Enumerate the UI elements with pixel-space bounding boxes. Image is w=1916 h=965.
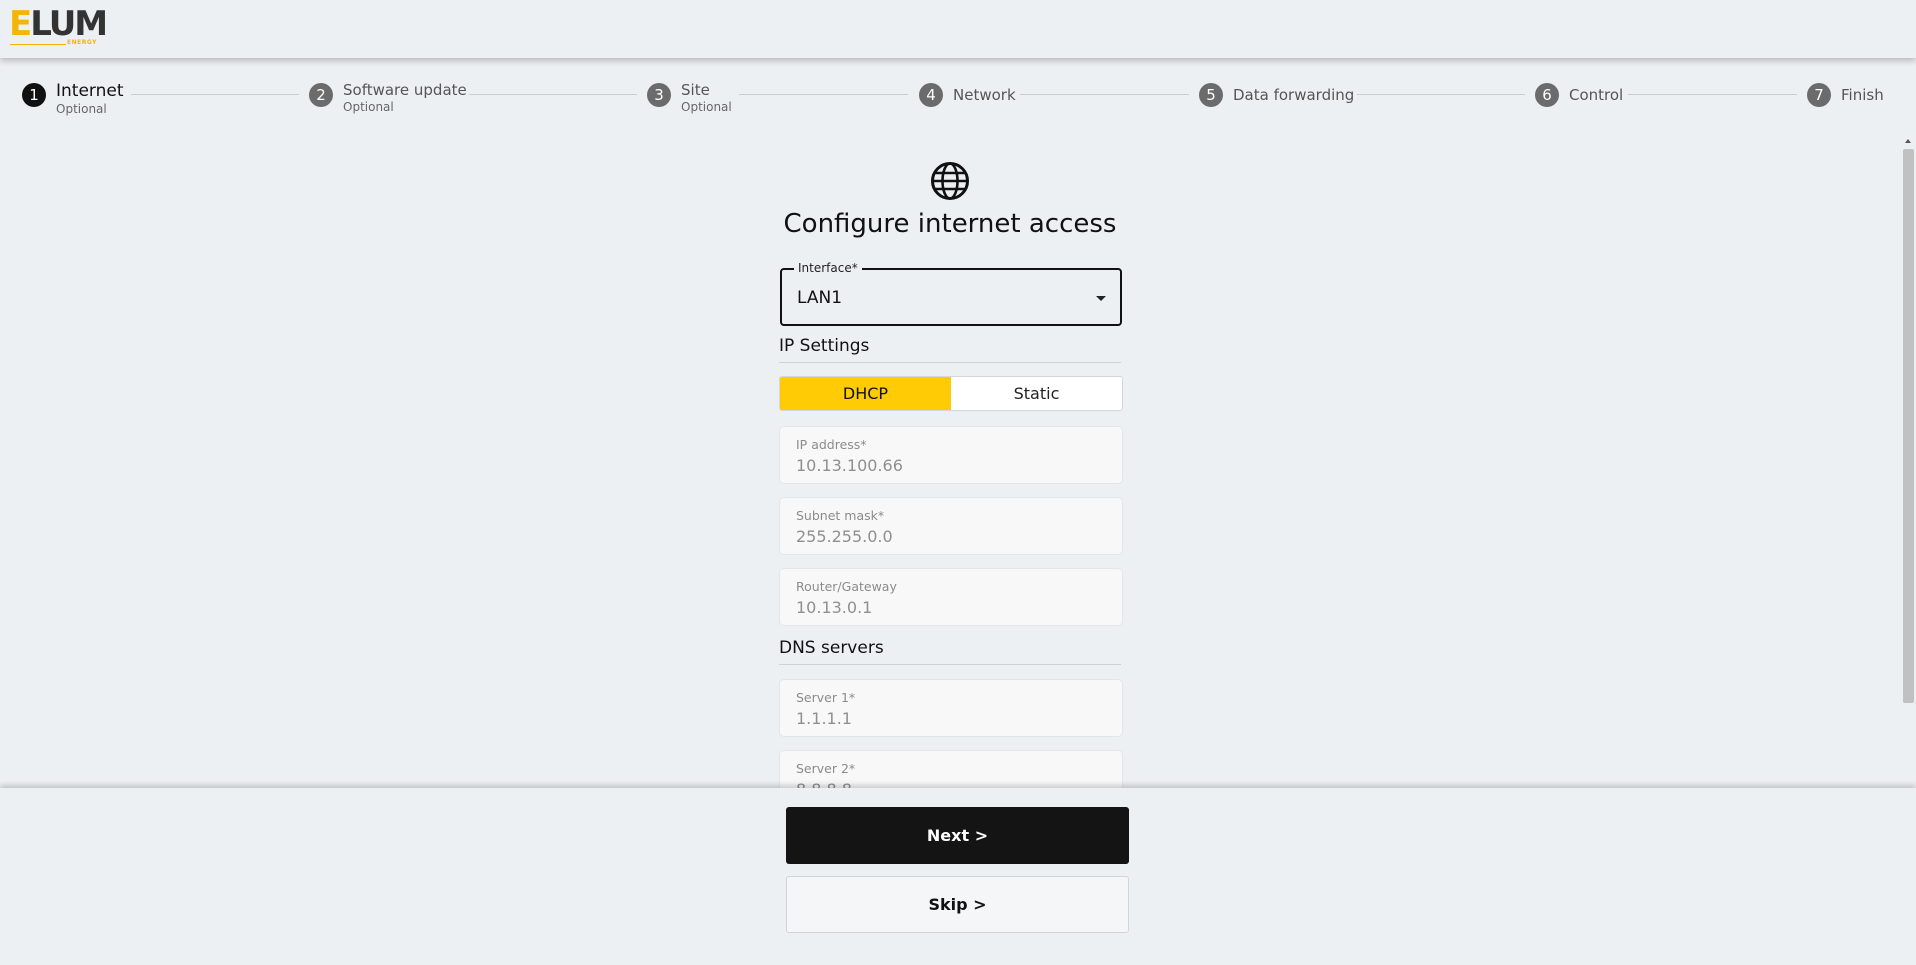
top-bar: ELUM ENERGY xyxy=(0,0,1916,58)
step-finish[interactable]: 7 Finish xyxy=(1807,81,1884,117)
step-connector xyxy=(469,94,637,95)
step-control[interactable]: 6 Control xyxy=(1535,81,1623,117)
ip-settings-heading: IP Settings xyxy=(779,336,870,356)
gateway-field[interactable]: Router/Gateway 10.13.0.1 xyxy=(780,569,1122,625)
caret-down-icon xyxy=(1096,296,1106,301)
field-value: 10.13.100.66 xyxy=(796,456,903,475)
step-label: Network xyxy=(953,86,1016,104)
next-button[interactable]: Next > xyxy=(786,807,1129,864)
field-label: Server 1* xyxy=(796,690,856,705)
step-data-forwarding[interactable]: 5 Data forwarding xyxy=(1199,81,1354,117)
step-number: 4 xyxy=(919,83,943,107)
static-option[interactable]: Static xyxy=(951,377,1122,410)
step-software-update[interactable]: 2 Software update Optional xyxy=(309,81,467,117)
step-label: Software update xyxy=(343,81,467,99)
step-number: 5 xyxy=(1199,83,1223,107)
step-number: 7 xyxy=(1807,83,1831,107)
step-connector xyxy=(739,94,908,95)
step-internet[interactable]: 1 Internet Optional xyxy=(22,81,124,117)
dhcp-option[interactable]: DHCP xyxy=(780,377,951,410)
step-label: Internet xyxy=(56,81,124,101)
step-connector xyxy=(131,94,299,95)
scrollbar-thumb[interactable] xyxy=(1903,149,1914,703)
field-value: 10.13.0.1 xyxy=(796,598,873,617)
step-connector xyxy=(1628,94,1797,95)
ip-address-field[interactable]: IP address* 10.13.100.66 xyxy=(780,427,1122,483)
divider xyxy=(779,664,1121,665)
elum-logo: ELUM ENERGY xyxy=(9,4,108,48)
setup-stepper: 1 Internet Optional 2 Software update Op… xyxy=(0,60,1916,130)
step-connector xyxy=(1020,94,1189,95)
logo-subtext: ENERGY xyxy=(67,39,97,46)
subnet-mask-field[interactable]: Subnet mask* 255.255.0.0 xyxy=(780,498,1122,554)
globe-icon xyxy=(931,162,969,200)
page-title: Configure internet access xyxy=(783,209,1117,239)
step-label: Site xyxy=(681,81,710,99)
step-sublabel: Optional xyxy=(56,102,107,116)
dns-servers-heading: DNS servers xyxy=(779,638,884,658)
field-label: Server 2* xyxy=(796,761,856,776)
main-content: Configure internet access Interface* LAN… xyxy=(0,140,1900,788)
skip-button[interactable]: Skip > xyxy=(786,876,1129,933)
logo-wordmark: ELUM xyxy=(9,4,108,44)
step-label: Control xyxy=(1569,86,1624,104)
step-connector xyxy=(1357,94,1525,95)
interface-label: Interface* xyxy=(794,261,862,275)
field-label: Router/Gateway xyxy=(796,579,897,594)
vertical-scrollbar[interactable] xyxy=(1900,137,1916,788)
step-site[interactable]: 3 Site Optional xyxy=(647,81,732,117)
field-value: 1.1.1.1 xyxy=(796,709,852,728)
field-label: Subnet mask* xyxy=(796,508,885,523)
step-sublabel: Optional xyxy=(681,100,732,114)
divider xyxy=(779,362,1121,363)
logo-underline xyxy=(10,44,66,45)
interface-value: LAN1 xyxy=(797,288,843,308)
dns-server-1-field[interactable]: Server 1* 1.1.1.1 xyxy=(780,680,1122,736)
step-sublabel: Optional xyxy=(343,100,394,114)
step-number: 3 xyxy=(647,83,671,107)
step-network[interactable]: 4 Network xyxy=(919,81,1016,117)
step-label: Data forwarding xyxy=(1233,86,1355,104)
dns-server-2-field[interactable]: Server 2* 8.8.8.8 xyxy=(780,751,1122,788)
field-value: 8.8.8.8 xyxy=(796,780,852,788)
step-number: 2 xyxy=(309,83,333,107)
step-number: 6 xyxy=(1535,83,1559,107)
field-label: IP address* xyxy=(796,437,867,452)
interface-select[interactable]: Interface* LAN1 xyxy=(780,261,1122,326)
step-label: Finish xyxy=(1841,86,1884,104)
ip-mode-toggle: DHCP Static xyxy=(779,376,1123,411)
step-number: 1 xyxy=(22,83,46,107)
scroll-up-icon[interactable] xyxy=(1905,139,1911,143)
footer-actions: Next > Skip > xyxy=(0,788,1916,965)
field-value: 255.255.0.0 xyxy=(796,527,893,546)
